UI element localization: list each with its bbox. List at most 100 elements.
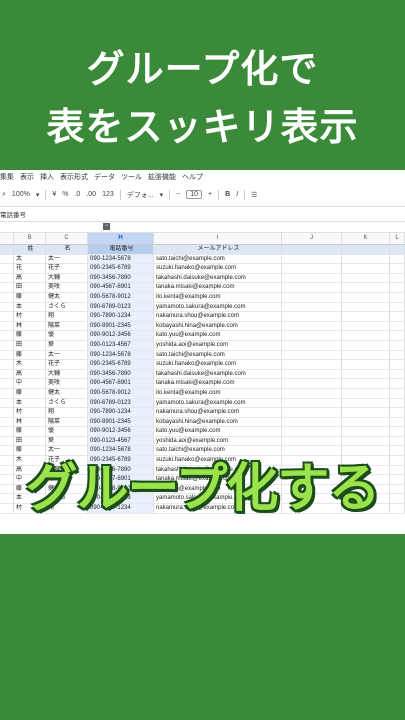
table-cell[interactable]: 優 <box>46 331 88 340</box>
table-cell[interactable] <box>342 350 390 360</box>
table-cell[interactable] <box>0 273 14 283</box>
table-cell[interactable]: kobayashi.hina@example.com <box>154 321 282 331</box>
table-cell[interactable]: 大輔 <box>46 369 88 379</box>
table-cell[interactable] <box>390 388 405 398</box>
table-cell[interactable]: 田 <box>14 283 46 292</box>
table-cell[interactable]: 翔 <box>46 408 88 417</box>
table-cell[interactable]: 林 <box>14 417 46 427</box>
table-cell[interactable]: 電話番号 <box>88 245 154 254</box>
zoom-select[interactable]: 100% <box>12 191 30 198</box>
table-cell[interactable]: 林 <box>14 321 46 331</box>
table-cell[interactable]: suzuki.hanako@example.com <box>154 360 282 369</box>
table-cell[interactable] <box>282 398 342 408</box>
table-cell[interactable] <box>342 302 390 312</box>
table-cell[interactable] <box>342 245 390 254</box>
format-paint-icon[interactable]: ⌕ <box>2 191 6 199</box>
table-cell[interactable] <box>342 312 390 321</box>
table-cell[interactable] <box>390 379 405 388</box>
table-cell[interactable] <box>390 340 405 350</box>
table-cell[interactable] <box>390 302 405 312</box>
table-cell[interactable] <box>282 321 342 331</box>
table-cell[interactable]: 090-9012-3456 <box>88 427 154 436</box>
table-cell[interactable]: yoshida.aoi@example.com <box>154 436 282 446</box>
table-cell[interactable] <box>342 417 390 427</box>
table-cell[interactable] <box>390 331 405 340</box>
table-cell[interactable] <box>390 273 405 283</box>
column-header[interactable]: H <box>88 233 154 244</box>
table-cell[interactable]: yamamoto.sakura@example.com <box>154 302 282 312</box>
table-cell[interactable]: 葵 <box>46 436 88 446</box>
menu-item[interactable]: 集集 <box>0 172 14 182</box>
table-cell[interactable] <box>342 360 390 369</box>
table-cell[interactable]: 花子 <box>46 264 88 273</box>
table-cell[interactable]: 090-2345-6789 <box>88 264 154 273</box>
number-format-button[interactable]: 123 <box>102 191 114 198</box>
table-cell[interactable] <box>390 292 405 302</box>
table-cell[interactable] <box>282 369 342 379</box>
table-cell[interactable]: nakamura.shou@example.com <box>154 408 282 417</box>
table-cell[interactable] <box>342 283 390 292</box>
menu-item[interactable]: 挿入 <box>40 172 54 182</box>
table-cell[interactable]: 美咲 <box>46 379 88 388</box>
table-cell[interactable]: ito.kenta@example.com <box>154 292 282 302</box>
table-cell[interactable]: kato.yuu@example.com <box>154 331 282 340</box>
menu-item[interactable]: 拡張機能 <box>148 172 176 182</box>
table-cell[interactable]: 藤 <box>14 292 46 302</box>
table-cell[interactable]: yamamoto.sakura@example.com <box>154 398 282 408</box>
table-cell[interactable]: 藤 <box>14 331 46 340</box>
table-cell[interactable] <box>282 254 342 264</box>
table-cell[interactable] <box>390 254 405 264</box>
italic-button[interactable]: I <box>236 191 238 198</box>
menu-item[interactable]: ヘルプ <box>182 172 203 182</box>
table-cell[interactable] <box>282 292 342 302</box>
table-cell[interactable]: 翔 <box>46 312 88 321</box>
table-cell[interactable]: 太一 <box>46 350 88 360</box>
table-cell[interactable] <box>282 331 342 340</box>
table-cell[interactable]: 木 <box>14 360 46 369</box>
table-cell[interactable]: 本 <box>14 398 46 408</box>
table-cell[interactable]: 高 <box>14 369 46 379</box>
table-cell[interactable] <box>0 302 14 312</box>
table-cell[interactable]: 優 <box>46 427 88 436</box>
column-header[interactable] <box>0 233 14 244</box>
table-cell[interactable] <box>390 360 405 369</box>
table-cell[interactable] <box>390 283 405 292</box>
table-cell[interactable]: 藤 <box>14 388 46 398</box>
table-cell[interactable] <box>0 340 14 350</box>
table-cell[interactable]: 太一 <box>46 254 88 264</box>
table-cell[interactable]: 健太 <box>46 388 88 398</box>
table-cell[interactable] <box>282 273 342 283</box>
table-cell[interactable]: 090-2345-6789 <box>88 360 154 369</box>
table-cell[interactable] <box>390 264 405 273</box>
table-cell[interactable]: 田 <box>14 340 46 350</box>
table-cell[interactable] <box>0 388 14 398</box>
formula-bar[interactable]: 電話番号 <box>0 206 405 222</box>
table-cell[interactable]: 花子 <box>46 360 88 369</box>
table-cell[interactable] <box>0 254 14 264</box>
decrease-decimal-button[interactable]: .0 <box>74 191 80 198</box>
column-header[interactable]: I <box>154 233 282 244</box>
table-cell[interactable] <box>0 264 14 273</box>
table-cell[interactable]: 健太 <box>46 292 88 302</box>
table-cell[interactable]: 090-1234-5678 <box>88 254 154 264</box>
table-cell[interactable]: suzuki.hanako@example.com <box>154 264 282 273</box>
table-cell[interactable]: 本 <box>14 302 46 312</box>
table-cell[interactable]: 姓 <box>14 245 46 254</box>
menu-item[interactable]: データ <box>94 172 115 182</box>
align-icon[interactable]: ☰ <box>251 191 257 199</box>
table-cell[interactable] <box>0 312 14 321</box>
table-cell[interactable]: 090-1234-5678 <box>88 350 154 360</box>
table-cell[interactable] <box>282 417 342 427</box>
table-cell[interactable] <box>0 292 14 302</box>
table-cell[interactable] <box>390 408 405 417</box>
table-cell[interactable]: ito.kenta@example.com <box>154 388 282 398</box>
table-cell[interactable] <box>0 369 14 379</box>
table-cell[interactable]: nakamura.shou@example.com <box>154 312 282 321</box>
table-cell[interactable]: tanaka.misaki@example.com <box>154 283 282 292</box>
table-cell[interactable]: 090-4567-8901 <box>88 379 154 388</box>
table-cell[interactable]: 藤 <box>14 350 46 360</box>
table-cell[interactable]: 村 <box>14 408 46 417</box>
table-cell[interactable] <box>0 379 14 388</box>
table-cell[interactable] <box>282 350 342 360</box>
table-cell[interactable]: 陽菜 <box>46 321 88 331</box>
